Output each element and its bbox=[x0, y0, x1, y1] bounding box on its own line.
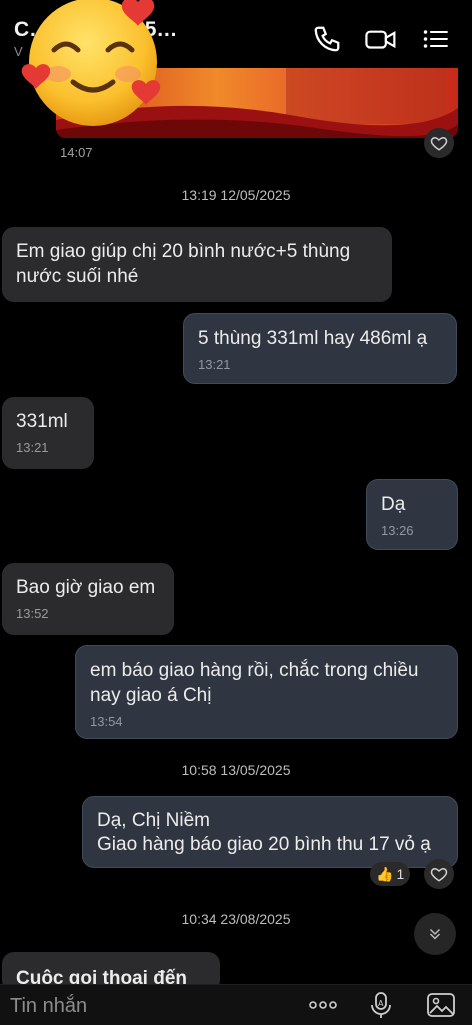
video-call-icon bbox=[365, 30, 396, 49]
message-time: 13:21 bbox=[198, 357, 231, 372]
smiling-face-with-hearts-icon bbox=[21, 0, 161, 126]
voice-icon: A bbox=[371, 992, 391, 1018]
chat-area[interactable]: 14:07 13:19 12/05/2025 Em giao giúp chị … bbox=[0, 0, 472, 992]
svg-text:A: A bbox=[378, 999, 384, 1008]
date-separator: 10:58 13/05/2025 bbox=[181, 762, 291, 778]
message-text-line: Dạ, Chị Niềm bbox=[97, 810, 210, 831]
reaction-badge[interactable]: 👍 1 bbox=[370, 862, 411, 886]
heart-icon bbox=[430, 136, 448, 151]
phone-call-button[interactable] bbox=[312, 24, 344, 56]
message-text: Bao giờ giao em bbox=[16, 577, 156, 598]
more-button[interactable] bbox=[308, 991, 338, 1019]
date-separator: 10:34 23/08/2025 bbox=[181, 911, 291, 927]
message-outgoing[interactable]: 5 thùng 331ml hay 486ml ạ 13:21 bbox=[183, 313, 457, 384]
image-timestamp: 14:07 bbox=[60, 145, 93, 160]
double-chevron-down-icon bbox=[429, 928, 441, 940]
react-heart-button[interactable] bbox=[424, 128, 454, 158]
image-picker-button[interactable] bbox=[426, 991, 456, 1019]
scroll-down-button[interactable] bbox=[414, 913, 456, 955]
message-input-bar: Tin nhắn A bbox=[0, 984, 472, 1025]
menu-icon bbox=[423, 30, 448, 48]
message-text-line: Giao hàng báo giao 20 bình thu 17 vỏ ạ bbox=[97, 834, 431, 855]
message-input[interactable]: Tin nhắn bbox=[10, 995, 87, 1018]
video-call-button[interactable] bbox=[364, 24, 396, 56]
message-outgoing[interactable]: Dạ 13:26 bbox=[366, 479, 458, 550]
message-time: 13:54 bbox=[90, 714, 123, 729]
reaction-count: 1 bbox=[396, 866, 405, 882]
message-incoming[interactable]: Em giao giúp chị 20 bình nước+5 thùng nư… bbox=[2, 227, 392, 302]
message-text: em báo giao hàng rồi, chắc trong chiều n… bbox=[90, 660, 419, 706]
chat-options-button[interactable] bbox=[422, 24, 454, 56]
message-incoming[interactable]: Bao giờ giao em 13:52 bbox=[2, 563, 174, 635]
message-time: 13:26 bbox=[381, 523, 414, 538]
date-separator: 13:19 12/05/2025 bbox=[181, 187, 291, 203]
more-icon bbox=[309, 1001, 337, 1009]
message-text: 331ml bbox=[16, 411, 68, 432]
message-text: Dạ bbox=[381, 494, 406, 515]
message-time: 13:21 bbox=[16, 440, 49, 455]
phone-icon bbox=[314, 26, 340, 52]
message-text: 5 thùng 331ml hay 486ml ạ bbox=[198, 328, 428, 349]
message-outgoing[interactable]: em báo giao hàng rồi, chắc trong chiều n… bbox=[75, 645, 458, 739]
image-icon bbox=[427, 993, 455, 1017]
heart-icon bbox=[430, 867, 448, 882]
voice-input-button[interactable]: A bbox=[370, 991, 392, 1019]
message-incoming[interactable]: 331ml 13:21 bbox=[2, 397, 94, 469]
message-time: 13:52 bbox=[16, 606, 49, 621]
message-text: Em giao giúp chị 20 bình nước+5 thùng nư… bbox=[16, 241, 351, 287]
thumbs-up-icon: 👍 bbox=[376, 865, 394, 882]
message-outgoing[interactable]: Dạ, Chị Niềm Giao hàng báo giao 20 bình … bbox=[82, 796, 458, 868]
react-heart-button[interactable] bbox=[424, 859, 454, 889]
